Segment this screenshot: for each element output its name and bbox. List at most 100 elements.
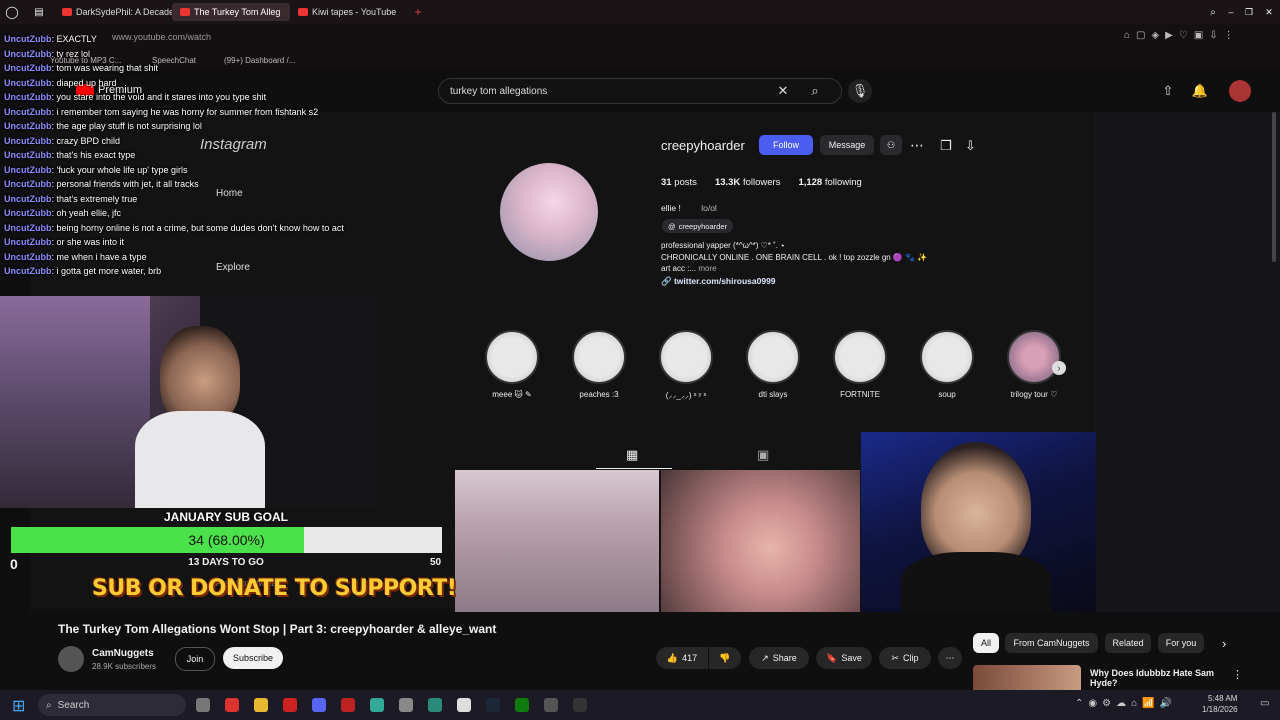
clock-date[interactable]: 1/18/2026 [1202,705,1238,714]
support-banner: SUB OR DONATE TO SUPPORT! [92,576,457,601]
chip-for-you[interactable]: For you [1158,633,1204,653]
minimize-icon[interactable]: – [1222,7,1240,17]
app-icon[interactable] [573,698,587,712]
task-view-icon[interactable] [196,698,210,712]
highlight-cover [485,330,539,384]
chat-message: UncutZubb: personal friends with jet, it… [4,179,199,189]
highlight-cover [1007,330,1061,384]
profile-display-name: ellie ! lo/ol [661,203,717,213]
sub-goal-max: 50 [430,557,442,568]
recommended-menu-icon[interactable]: ⋮ [1232,668,1243,681]
following-count[interactable]: 1,128 following [798,177,861,188]
avatar[interactable] [1229,80,1251,102]
search-tabs-icon[interactable]: ⌕ [1204,7,1222,18]
posts-grid-tab-icon[interactable]: ▦ [626,447,638,463]
chip-related[interactable]: Related [1105,633,1151,653]
search-icon[interactable]: ⌕ [803,79,827,103]
highlight-item[interactable]: FORTNITE [828,330,892,401]
microphone-icon[interactable]: 🎙 [848,79,872,103]
post-thumbnail[interactable] [455,470,659,612]
opera-icon[interactable] [283,698,297,712]
file-explorer-icon[interactable] [254,698,268,712]
chat-message: UncutZubb: that's extremely true [4,193,138,204]
profile-bio: professional yapper (*^ω^*) ♡* ˚. ⋆ CHRO… [661,241,928,273]
threads-badge[interactable]: @ creepyhoarder [662,219,733,233]
highlight-item[interactable]: (⸝⸝_⸝⸝) ˢ ʸ ˢ [654,330,718,401]
chip-from-channel[interactable]: From CamNuggets [1005,633,1098,653]
steam-icon[interactable] [486,698,500,712]
chips-next-icon[interactable]: › [1222,636,1226,651]
more-options-icon[interactable]: ⋯ [910,137,924,154]
browser-logo-icon[interactable]: ◯ [0,5,24,19]
recommended-thumbnail[interactable] [973,665,1081,690]
profile-stats: 31 posts 13.3K followers 1,128 following [661,177,862,188]
app-icon[interactable] [341,698,355,712]
close-window-icon[interactable]: ✕ [1258,7,1280,18]
youtube-favicon-icon [298,8,308,16]
message-button[interactable]: Message [820,135,874,155]
chat-message: UncutZubb: i remember tom saying he was … [4,106,319,117]
workspaces-icon[interactable]: ▤ [24,7,54,18]
subscribe-button[interactable]: Subscribe [223,647,283,669]
upload-icon[interactable]: ⇧ [1156,79,1180,103]
clip-button[interactable]: ✂ Clip [879,647,931,669]
notifications-icon[interactable]: ▭ [1260,698,1269,709]
highlight-item[interactable]: dti slays [741,330,805,401]
profile-link[interactable]: 🔗 twitter.com/shirousa0999 [661,276,776,287]
suggest-user-button[interactable]: ⚇ [880,135,902,155]
share-button[interactable]: ↗ Share [749,647,809,669]
taskbar: ⊞ ⌕ Search ⌃◉⚙☁⌂📶🔊 5:48 AM 1/18/2026 ▭ [0,690,1280,720]
clock-time[interactable]: 5:48 AM [1208,694,1237,703]
app-icon[interactable] [457,698,471,712]
save-button[interactable]: 🔖 Save [816,647,872,669]
browser-app-icon[interactable] [225,698,239,712]
followers-count[interactable]: 13.3K followers [715,177,781,188]
bio-more-link[interactable]: more [698,264,716,273]
tab-darksydephil[interactable]: DarkSydePhil: A Decade o [54,3,172,21]
channel-name[interactable]: CamNuggets [92,648,154,659]
chat-message: UncutZubb: 'fuck your whole life up' typ… [4,164,188,175]
clear-search-icon[interactable]: ✕ [771,79,795,103]
youtube-favicon-icon [180,8,190,16]
windows-start-icon[interactable]: ⊞ [12,696,25,716]
app-icon[interactable] [428,698,442,712]
bookmark-icon: 🔖 [826,652,838,663]
download-icon[interactable]: ⇩ [965,138,976,154]
highlight-item[interactable]: soup [915,330,979,401]
like-button[interactable]: 👍 417 [656,647,708,669]
highlight-item[interactable]: meee 🐱 ✎ [480,330,544,401]
chip-all[interactable]: All [973,633,999,653]
chat-message: UncutZubb: i gotta get more water, brb [4,266,162,276]
dislike-button[interactable]: 👎 [709,647,741,669]
highlights-next-icon[interactable]: › [1052,361,1066,375]
threads-icon: @ [668,221,676,231]
copy-icon[interactable]: ❐ [940,138,952,154]
more-actions-button[interactable]: ⋯ [938,647,962,669]
follow-button[interactable]: Follow [759,135,813,155]
extension-icons[interactable]: ⌂▢◈▶♡▣⇩⋮ [1124,30,1240,41]
tab-turkey-tom[interactable]: The Turkey Tom Alleg [172,3,290,21]
channel-avatar[interactable] [58,646,84,672]
reels-tab-icon[interactable]: ▣ [757,447,769,463]
highlight-item[interactable]: peaches :3 [567,330,631,401]
restore-icon[interactable]: ❐ [1240,7,1258,18]
system-tray-icons[interactable]: ⌃◉⚙☁⌂📶🔊 [1075,698,1177,709]
chrome-icon[interactable] [370,698,384,712]
discord-icon[interactable] [312,698,326,712]
taskbar-search[interactable]: ⌕ Search [38,694,186,716]
video-side-panel [1094,112,1280,612]
thumbs-down-icon: 👎 [719,652,731,663]
join-button[interactable]: Join [175,647,215,671]
chat-message: UncutZubb: being horny online is not a c… [4,222,344,233]
scrollbar[interactable] [1272,112,1276,262]
new-tab-icon[interactable]: + [408,5,428,19]
notifications-bell-icon[interactable]: 🔔 [1188,79,1212,103]
app-icon[interactable] [544,698,558,712]
sub-goal-progress-bar: 34 (68.00%) [11,527,442,553]
app-icon[interactable] [399,698,413,712]
xbox-icon[interactable] [515,698,529,712]
post-thumbnail[interactable] [661,470,860,612]
tab-kiwi-tapes[interactable]: Kiwi tapes - YouTube [290,3,408,21]
recommended-title[interactable]: Why Does Idubbbz Hate Sam Hyde? [1090,668,1220,688]
profile-picture[interactable] [500,163,598,261]
